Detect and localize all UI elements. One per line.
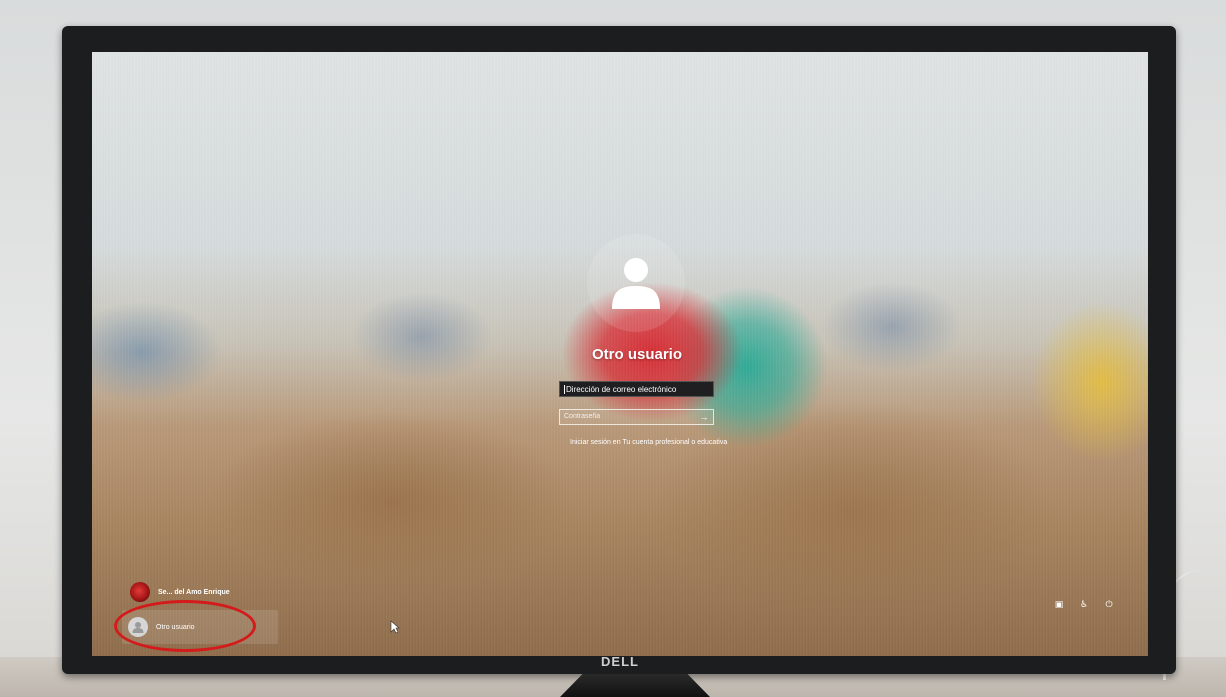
user-icon bbox=[612, 258, 660, 309]
power-icon[interactable]: ⏻ bbox=[1104, 599, 1114, 610]
highlight-circle bbox=[114, 600, 256, 652]
monitor-brand-logo: DELL bbox=[601, 654, 639, 669]
login-title: Otro usuario bbox=[591, 346, 682, 363]
avatar bbox=[130, 582, 150, 602]
email-placeholder: Dirección de correo electrónico bbox=[566, 385, 677, 394]
user-item-account[interactable]: Se... del Amo Enrique bbox=[130, 582, 230, 602]
monitor-stand bbox=[560, 674, 710, 697]
accessibility-icon[interactable]: ♿ bbox=[1079, 599, 1089, 610]
mouse-cursor-icon bbox=[390, 620, 400, 634]
network-icon[interactable]: ▣ bbox=[1054, 599, 1064, 610]
signin-work-account-link[interactable]: Iniciar sesión en Tu cuenta profesional … bbox=[570, 438, 730, 447]
lock-screen: Otro usuario Dirección de correo electró… bbox=[92, 52, 1148, 656]
system-tray: ▣ ♿ ⏻ bbox=[1054, 599, 1114, 610]
text-caret bbox=[564, 385, 565, 395]
password-field[interactable]: Contraseña → bbox=[559, 409, 714, 425]
password-placeholder: Contraseña bbox=[564, 413, 601, 420]
arrow-right-icon[interactable]: → bbox=[697, 410, 711, 424]
user-avatar-large bbox=[587, 234, 685, 332]
email-field[interactable]: Dirección de correo electrónico bbox=[559, 381, 714, 397]
user-item-label: Se... del Amo Enrique bbox=[158, 588, 230, 596]
